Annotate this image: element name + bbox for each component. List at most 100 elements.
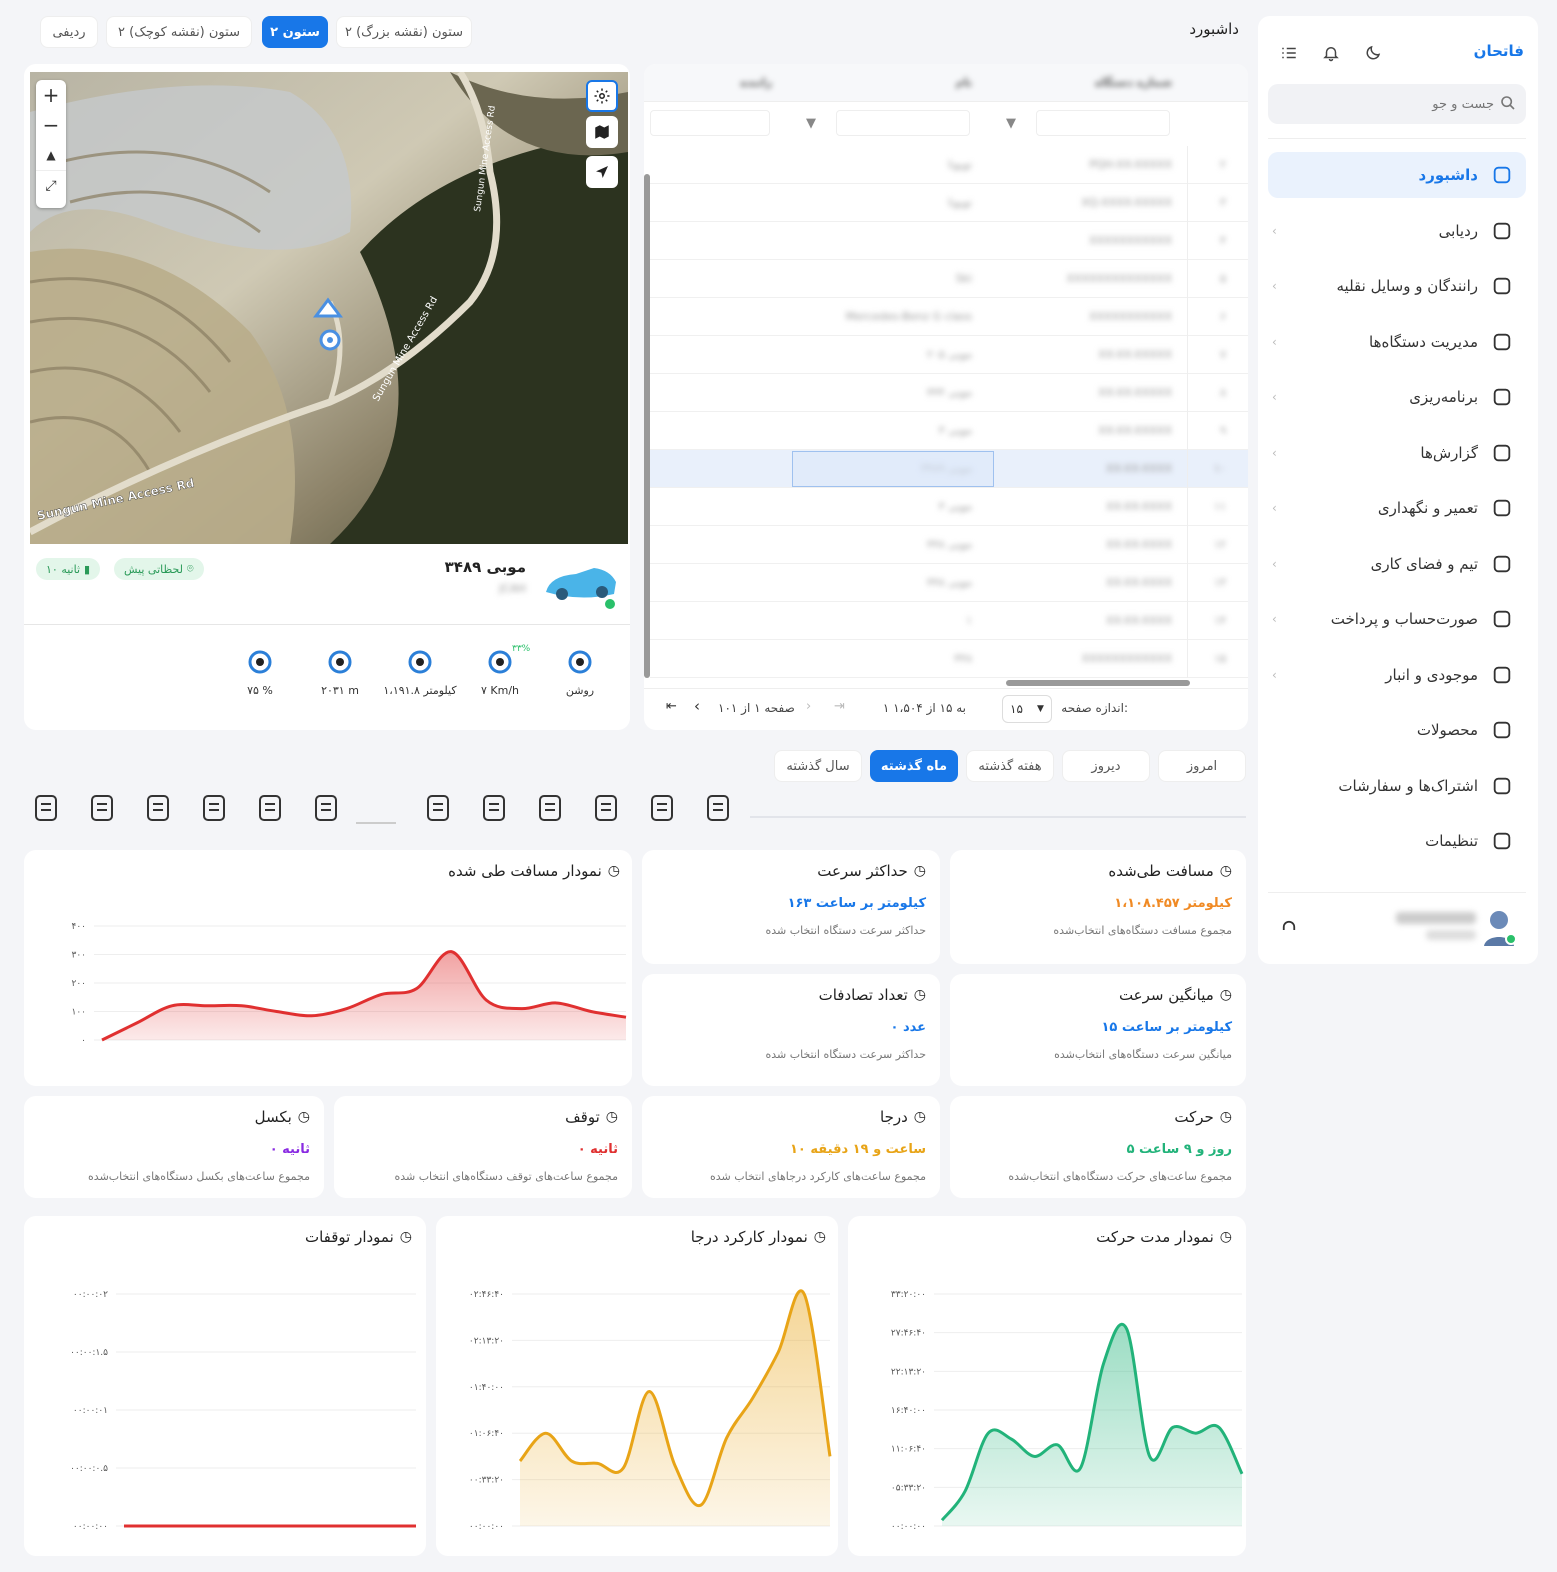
y-tick-label: ۰۰:۰۰:۰۰: [891, 1522, 926, 1532]
y-tick-label: ۰۰:۰۰:۰۰: [469, 1522, 504, 1532]
prev-page-icon[interactable]: ‹: [694, 697, 700, 715]
table-row[interactable]: ۲ PQH-XX-XXXXX تویوتا: [650, 146, 1248, 184]
sidebar-item[interactable]: ردیابی ‹: [1268, 208, 1526, 254]
sidebar-item[interactable]: مدیریت دستگاه‌ها ‹: [1268, 319, 1526, 365]
table-row[interactable]: ۹ XX-XX-XXXXX موبی ۳: [650, 412, 1248, 450]
io-gear-icon[interactable]: [30, 792, 62, 824]
stat-value: ۰ ثانیه: [577, 1142, 618, 1157]
avatar[interactable]: [1482, 906, 1517, 946]
table-row[interactable]: ۱۴ XX-XX-XXXX ۱: [650, 602, 1248, 640]
moon-icon[interactable]: [1362, 42, 1384, 64]
zoom-out-button[interactable]: −: [36, 110, 66, 140]
table-row[interactable]: ۱۲ XX-XX-XXXX موبی ۴۴۸: [650, 526, 1248, 564]
filter-name[interactable]: [836, 110, 970, 136]
col-header-driver[interactable]: راننده: [740, 76, 772, 89]
sidebar-item[interactable]: اشتراک‌ها و سفارشات: [1268, 763, 1526, 809]
map-layers-button[interactable]: [586, 116, 618, 148]
crosshair-icon: [1490, 219, 1514, 243]
boxes-icon: [1490, 718, 1514, 742]
alarm-gear-icon[interactable]: [310, 792, 342, 824]
menu-list-icon[interactable]: [1278, 42, 1300, 64]
sidebar-item[interactable]: تنظیمات: [1268, 818, 1526, 864]
column-divider: [1187, 374, 1188, 412]
sidebar-item[interactable]: محصولات: [1268, 707, 1526, 753]
period-option[interactable]: سال گذشته: [774, 750, 862, 782]
table-row[interactable]: ۱۱ XX-XX-XXXX موبی ۳: [650, 488, 1248, 526]
col-header-device[interactable]: شماره دستگاه: [1095, 76, 1172, 89]
terminal-icon[interactable]: [86, 792, 118, 824]
compass-icon[interactable]: ▲: [36, 140, 66, 170]
last-page-icon[interactable]: ⇥: [834, 699, 845, 714]
layout-option[interactable]: ۲ ستون: [262, 16, 328, 48]
page-size-select[interactable]: ۱۵ ▼: [1002, 695, 1052, 723]
table-row[interactable]: ۵ XXXXXXXXXXXXXX Ski: [650, 260, 1248, 298]
map-settings-button[interactable]: [586, 80, 618, 112]
period-option[interactable]: امروز: [1158, 750, 1246, 782]
sidebar-item[interactable]: برنامه‌ریزی ‹: [1268, 374, 1526, 420]
database-icon[interactable]: [478, 792, 510, 824]
period-option[interactable]: ماه گذشته: [870, 750, 958, 782]
table-row[interactable]: ۸ XX-XX-XXXXX موبی ۴۴۴: [650, 374, 1248, 412]
sidebar-item-label: ردیابی: [1438, 221, 1478, 240]
sidebar-item[interactable]: رانندگان و وسایل نقلیه ‹: [1268, 263, 1526, 309]
period-option[interactable]: دیروز: [1062, 750, 1150, 782]
table-row[interactable]: ۱۵ XXXXXXXXXXXX ۴۴۸: [650, 640, 1248, 678]
y-tick-label: ۴۰۰: [71, 922, 86, 932]
clock-icon: ◷: [399, 1229, 412, 1245]
period-option[interactable]: هفته گذشته: [966, 750, 1054, 782]
row-index: ۸: [1220, 386, 1226, 399]
search-box[interactable]: [1268, 84, 1526, 124]
chart-title: ◷ نمودار کارکرد درجا: [690, 1228, 826, 1246]
search-input[interactable]: [1294, 92, 1494, 116]
row-index: ۵: [1220, 272, 1226, 285]
support-headset-icon[interactable]: [1280, 918, 1298, 936]
bell-icon[interactable]: [1320, 42, 1342, 64]
zoom-in-button[interactable]: +: [36, 80, 66, 110]
sidebar-item[interactable]: تعمیر و نگهداری ‹: [1268, 485, 1526, 531]
table-row[interactable]: ۱۰XX-XX-XXXXموبی ۳۴۸۹: [650, 450, 1248, 488]
filter-driver[interactable]: [650, 110, 770, 136]
clock-icon: ◷: [297, 1109, 310, 1125]
locate-button[interactable]: [586, 156, 618, 188]
sidebar-item[interactable]: موجودی و انبار ‹: [1268, 652, 1526, 698]
table-row[interactable]: ۱۳ XX-XX-XXXX موبی ۴۴۸: [650, 564, 1248, 602]
user-name: [1396, 912, 1476, 924]
coins-icon[interactable]: [422, 792, 454, 824]
clock-icon: ◷: [1219, 987, 1232, 1003]
table-row[interactable]: ۶ XXXXXXXXXXX Mercedes-Benz G class: [650, 298, 1248, 336]
layout-option[interactable]: ۲ ستون (نقشه کوچک): [106, 16, 252, 48]
edit-icon[interactable]: [198, 792, 230, 824]
table-row[interactable]: ۳ XQ-XXXX-XXXXX تویوتا: [650, 184, 1248, 222]
parking-icon[interactable]: [590, 792, 622, 824]
clock-icon: ◷: [913, 987, 926, 1003]
settings-laptop-icon[interactable]: [254, 792, 286, 824]
location-pin-icon[interactable]: [142, 792, 174, 824]
layout-option[interactable]: ردیفی: [40, 16, 98, 48]
first-page-icon[interactable]: ⇤: [666, 699, 677, 714]
column-divider: [1187, 222, 1188, 260]
cell-device: XX-XX-XXXXX: [1098, 386, 1172, 399]
sidebar-item[interactable]: داشبورد: [1268, 152, 1526, 198]
col-header-name[interactable]: نام: [956, 76, 972, 89]
sidebar-item[interactable]: تیم و فضای کاری ‹: [1268, 541, 1526, 587]
report-icon[interactable]: [702, 792, 734, 824]
stat-card-max_speed: ◷ حداکثر سرعت ۱۶۳ کیلومتر بر ساعت حداکثر سر…: [642, 850, 940, 964]
filter-icon[interactable]: ▼: [806, 116, 816, 131]
sidebar-item[interactable]: صورت‌حساب و پرداخت ‹: [1268, 596, 1526, 642]
stat-subtitle: مجموع ساعت‌های بکسل دستگاه‌های انتخاب‌شد…: [88, 1170, 310, 1183]
next-page-icon[interactable]: ›: [806, 699, 811, 714]
fullscreen-icon[interactable]: ⤢: [36, 170, 66, 200]
table-row[interactable]: ۷ XX-XX-XXXXX موبی ۲۰۵: [650, 336, 1248, 374]
cell-device: XX-XX-XXXX: [1105, 614, 1172, 627]
sidebar-item[interactable]: گزارش‌ها ‹: [1268, 430, 1526, 476]
table-scrollbar-h[interactable]: [1006, 680, 1190, 686]
layout-option[interactable]: ۲ ستون (نقشه بزرگ): [336, 16, 472, 48]
route-pin-icon[interactable]: [646, 792, 678, 824]
table-row[interactable]: ۴ XXXXXXXXXXX: [650, 222, 1248, 260]
filter-icon[interactable]: ▼: [1006, 116, 1016, 131]
satellite-map[interactable]: Sungun Mine Access Rd Sungun Mine Access…: [30, 72, 628, 544]
column-divider: [1187, 602, 1188, 640]
vehicle-name: موبی ۳۴۸۹: [444, 558, 526, 576]
filter-device[interactable]: [1036, 110, 1170, 136]
alarm-icon[interactable]: [534, 792, 566, 824]
